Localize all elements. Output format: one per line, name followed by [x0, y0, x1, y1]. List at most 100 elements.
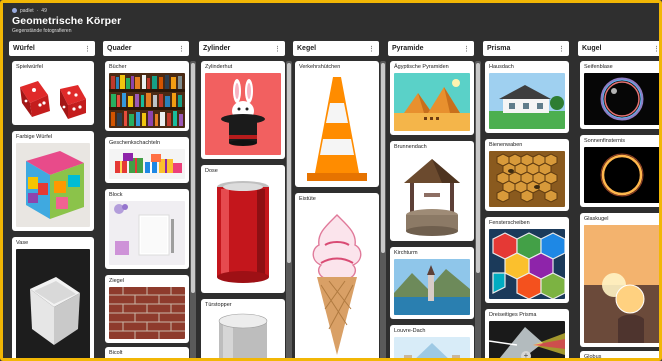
card-image-books [109, 73, 185, 128]
card-image-honeycomb [489, 151, 565, 207]
card-image-colored-cubes [16, 143, 90, 227]
card-title: Zylinderhut [205, 64, 233, 70]
column-header[interactable]: Kugel ⋮ [578, 41, 659, 56]
doorstop-cylinder-illustration [218, 313, 268, 358]
card-sonnenfinsternis[interactable]: Sonnenfinsternis [580, 135, 659, 207]
scrollbar-thumb[interactable] [381, 63, 385, 253]
column-title: Quader [107, 45, 132, 52]
column-header[interactable]: Quader ⋮ [103, 41, 189, 56]
card-image-louvre [394, 337, 470, 358]
card-image-church-tower [394, 259, 470, 315]
column-title: Würfel [13, 45, 35, 52]
card-image-traffic-cone [299, 73, 375, 185]
card-title: Glaskugel [584, 216, 609, 222]
card-seifenblase[interactable]: Seifenblase [580, 61, 659, 129]
column-header[interactable]: Kegel ⋮ [293, 41, 379, 56]
card-title: Seifenblase [584, 64, 613, 70]
card-dose[interactable]: Dose [201, 165, 285, 293]
gift-boxes-illustration [115, 153, 182, 173]
bookshelf-illustration [109, 75, 185, 126]
card-title: Fensterscheiben [489, 220, 530, 226]
card-image-house-roof [489, 73, 565, 129]
card-title: Dose [205, 168, 218, 174]
card-spielwuerfel[interactable]: Spielwürfel [12, 61, 94, 125]
card-fensterscheiben[interactable]: Fensterscheiben [485, 217, 569, 303]
column-menu-icon[interactable]: ⋮ [558, 45, 565, 53]
column-header[interactable]: Zylinder ⋮ [199, 41, 285, 56]
card-title: Ziegel [109, 278, 124, 284]
column-header[interactable]: Prisma ⋮ [483, 41, 569, 56]
card-image-gift-boxes [109, 149, 185, 179]
column-header[interactable]: Würfel ⋮ [9, 41, 95, 56]
column-menu-icon[interactable]: ⋮ [178, 45, 185, 53]
card-title: Louvre-Dach [394, 328, 426, 334]
page-title: Geometrische Körper [12, 15, 122, 27]
card-image-ice-cream [299, 205, 375, 358]
house-roof-illustration [489, 85, 565, 129]
column-scrollbar[interactable] [475, 61, 481, 358]
card-title: Eistüte [299, 196, 316, 202]
brand-row: padlet · 49 [12, 7, 121, 14]
card-image-glass-ball [584, 225, 659, 343]
card-image-doorstop [205, 311, 281, 358]
card-title: Dreiseitiges Prisma [489, 312, 537, 318]
card-title: Sonnenfinsternis [584, 138, 625, 144]
card-title: Hausdach [489, 64, 514, 70]
column-kugel: Kugel ⋮ Seifenblase Sonnenfinsternis Gla… [578, 41, 659, 360]
card-bicolt[interactable]: Bicolt [105, 347, 189, 358]
card-farbige-wuerfel[interactable]: Farbige Würfel [12, 131, 94, 231]
padlet-header: padlet · 49 Geometrische Körper Gegenstä… [12, 7, 121, 34]
card-image-dice [16, 73, 90, 121]
column-quader: Quader ⋮ Bücher Geschenkschachteln Block… [103, 41, 196, 358]
card-block[interactable]: Block [105, 189, 189, 269]
column-scrollbar[interactable] [286, 61, 292, 358]
notepad-illustration [114, 204, 174, 256]
brand-name: padlet [20, 7, 34, 14]
card-aegyptische-pyramiden[interactable]: Ägyptische Pyramiden [390, 61, 474, 135]
scrollbar-thumb[interactable] [287, 63, 291, 263]
stained-glass-illustration [492, 232, 565, 299]
column-menu-icon[interactable]: ⋮ [463, 45, 470, 53]
card-eistuete[interactable]: Eistüte [295, 193, 379, 358]
column-header[interactable]: Pyramide ⋮ [388, 41, 474, 56]
card-title: Vase [16, 240, 29, 246]
card-globus[interactable]: Globus [580, 351, 659, 360]
card-title: Ägyptische Pyramiden [394, 64, 449, 70]
card-buecher[interactable]: Bücher [105, 61, 189, 131]
card-title: Globus [584, 354, 602, 360]
card-louvre-dach[interactable]: Louvre-Dach [390, 325, 474, 358]
card-geschenkschachteln[interactable]: Geschenkschachteln [105, 137, 189, 183]
card-tuerstopper[interactable]: Türstopper [201, 299, 285, 358]
card-glaskugel[interactable]: Glaskugel [580, 213, 659, 347]
scrollbar-thumb[interactable] [476, 63, 480, 273]
add-card-button[interactable]: + [521, 351, 531, 358]
solar-eclipse-illustration [600, 153, 644, 197]
card-brunnendach[interactable]: Brunnendach [390, 141, 474, 241]
dice-illustration [20, 81, 86, 119]
card-ziegel[interactable]: Ziegel [105, 275, 189, 343]
soap-bubble-illustration [600, 77, 644, 121]
card-image-window-panes [489, 229, 565, 299]
column-menu-icon[interactable]: ⋮ [274, 45, 281, 53]
brick-wall-illustration [109, 287, 185, 339]
card-title: Bicolt [109, 350, 123, 356]
column-prisma: Prisma ⋮ Hausdach Bienenwaben Fenstersch… [483, 41, 569, 358]
card-title: Geschenkschachteln [109, 140, 161, 146]
column-menu-icon[interactable]: ⋮ [368, 45, 375, 53]
card-zylinderhut[interactable]: Zylinderhut [201, 61, 285, 159]
card-hausdach[interactable]: Hausdach [485, 61, 569, 133]
card-image-well-roof [394, 153, 470, 237]
board: Würfel ⋮ Spielwürfel Farbige Würfel Vase… [3, 41, 659, 360]
column-menu-icon[interactable]: ⋮ [653, 45, 659, 53]
card-kirchturm[interactable]: Kirchturm [390, 247, 474, 319]
card-title: Bücher [109, 64, 127, 70]
column-scrollbar[interactable] [190, 61, 196, 358]
page-subtitle: Gegenstände fotografieren [12, 28, 72, 34]
card-vase[interactable]: Vase [12, 237, 94, 358]
egyptian-pyramids-illustration [394, 79, 470, 131]
card-bienenwaben[interactable]: Bienenwaben [485, 139, 569, 211]
column-scrollbar[interactable] [380, 61, 386, 358]
scrollbar-thumb[interactable] [191, 63, 195, 293]
card-verkehrshuetchen[interactable]: Verkehrshütchen [295, 61, 379, 187]
column-menu-icon[interactable]: ⋮ [84, 45, 91, 53]
